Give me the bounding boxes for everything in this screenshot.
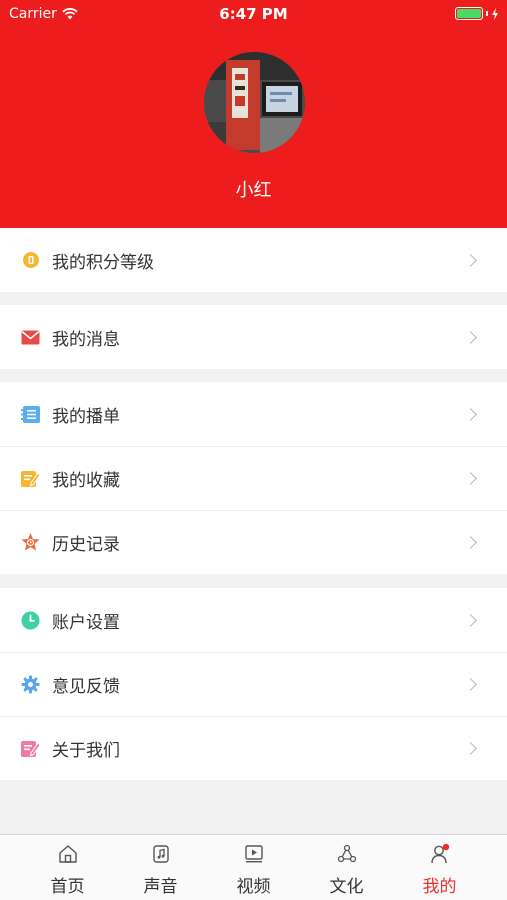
playlist-icon [21, 405, 40, 424]
history-star-icon [21, 533, 40, 552]
tab-home[interactable]: 首页 [17, 835, 118, 900]
avatar-photo [204, 52, 305, 153]
battery-icon [455, 7, 499, 20]
tab-video[interactable]: 视频 [203, 835, 304, 900]
chevron-right-icon [464, 741, 477, 755]
tab-label: 视频 [236, 877, 271, 897]
tab-label: 声音 [143, 877, 178, 897]
mail-icon [21, 328, 40, 347]
username: 小红 [235, 180, 272, 201]
chevron-right-icon [464, 407, 477, 421]
chevron-right-icon [464, 253, 477, 267]
tab-label: 首页 [50, 877, 85, 897]
status-time: 6:47 PM [219, 5, 288, 23]
menu-item-label: 关于我们 [52, 740, 120, 761]
tab-bar: 首页 声音 视频 文化 我的 [0, 834, 507, 900]
profile-icon [431, 843, 450, 864]
chevron-right-icon [464, 677, 477, 691]
gear-icon [21, 675, 40, 694]
menu-item-label: 我的播单 [52, 406, 120, 427]
tab-audio[interactable]: 声音 [110, 835, 211, 900]
tab-label: 我的 [422, 877, 457, 897]
chevron-right-icon [464, 535, 477, 549]
tab-label: 文化 [329, 877, 364, 897]
culture-icon [337, 844, 357, 863]
menu-item-playlists[interactable]: 我的播单 [0, 382, 507, 446]
menu-item-feedback[interactable]: 意见反馈 [0, 652, 507, 716]
menu-group-level: 我的积分等级 [0, 228, 507, 292]
menu-group-content: 我的播单 我的收藏 历史记录 [0, 382, 507, 574]
profile-header: Carrier 6:47 PM 小红 [0, 0, 507, 228]
menu-item-label: 账户设置 [52, 612, 120, 633]
video-icon [245, 845, 263, 863]
menu-item-about[interactable]: 关于我们 [0, 716, 507, 780]
status-bar: Carrier 6:47 PM [0, 0, 507, 28]
chevron-right-icon [464, 330, 477, 344]
menu-item-label: 我的收藏 [52, 470, 120, 491]
avatar[interactable] [204, 52, 305, 153]
menu-item-label: 意见反馈 [52, 676, 120, 697]
menu-group-settings: 账户设置 意见反馈 关于我们 [0, 588, 507, 780]
menu-item-account-settings[interactable]: 账户设置 [0, 588, 507, 652]
menu-item-favorites[interactable]: 我的收藏 [0, 446, 507, 510]
menu-item-history[interactable]: 历史记录 [0, 510, 507, 574]
chevron-right-icon [464, 471, 477, 485]
menu-item-label: 我的积分等级 [52, 252, 154, 273]
home-icon [59, 845, 77, 863]
menu-item-label: 我的消息 [52, 329, 120, 350]
menu-group-messages: 我的消息 [0, 305, 507, 369]
chevron-right-icon [464, 613, 477, 627]
tab-culture[interactable]: 文化 [296, 835, 397, 900]
menu-item-label: 历史记录 [52, 534, 120, 555]
tab-profile[interactable]: 我的 [389, 835, 490, 900]
clock-icon [21, 611, 40, 630]
edit-note-icon [21, 739, 40, 758]
menu-item-points-level[interactable]: 我的积分等级 [0, 228, 507, 292]
audio-icon [153, 845, 169, 863]
menu-item-messages[interactable]: 我的消息 [0, 305, 507, 369]
favorites-icon [21, 469, 40, 488]
coin-icon [21, 251, 40, 270]
